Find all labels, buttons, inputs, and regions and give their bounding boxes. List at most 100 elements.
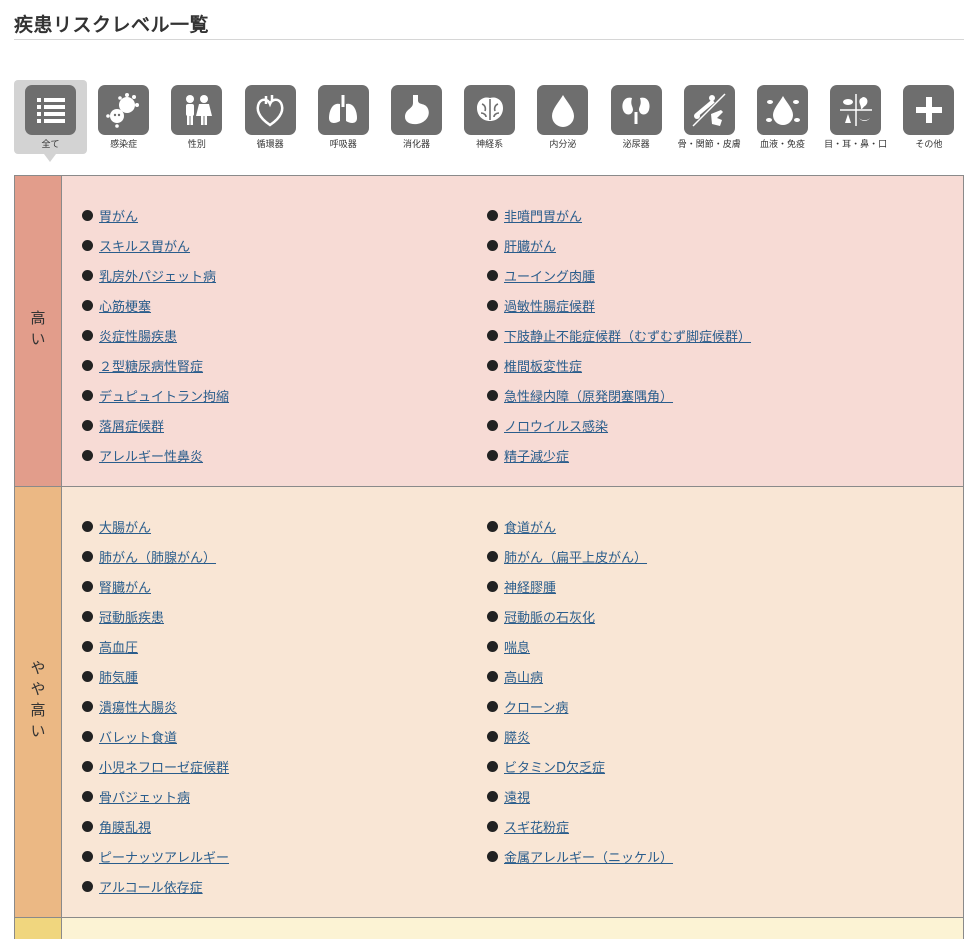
disease-list-item: デュピュイトラン拘縮 — [82, 380, 487, 410]
disease-link[interactable]: 肺がん（肺腺がん） — [99, 547, 216, 566]
disease-list-item: スキルス胃がん — [82, 230, 487, 260]
disease-link[interactable]: 高血圧 — [99, 637, 138, 656]
disease-link[interactable]: ２型糖尿病性腎症 — [99, 356, 203, 375]
disease-link[interactable]: 肺気腫 — [99, 667, 138, 686]
virus-icon — [98, 85, 150, 135]
bullet-icon — [82, 299, 93, 311]
risk-level-label-low — [15, 918, 62, 939]
disease-link[interactable]: 炎症性腸疾患 — [99, 326, 177, 345]
category-tab-0[interactable]: 全て — [14, 80, 87, 162]
disease-link[interactable]: 腎臓がん — [99, 577, 151, 596]
disease-list-item: 肝臓がん — [487, 230, 892, 260]
disease-link[interactable]: 潰瘍性大腸炎 — [99, 697, 177, 716]
risk-row-low — [15, 918, 963, 939]
disease-link[interactable]: 精子減少症 — [504, 446, 569, 465]
disease-link[interactable]: 冠動脈疾患 — [99, 607, 164, 626]
disease-link[interactable]: 過敏性腸症候群 — [504, 296, 595, 315]
disease-link[interactable]: スギ花粉症 — [504, 817, 569, 836]
bullet-icon — [487, 269, 498, 281]
disease-link[interactable]: 肺がん（扁平上皮がん） — [504, 547, 647, 566]
disease-link[interactable]: バレット食道 — [99, 727, 177, 746]
disease-list-item: 胃がん — [82, 200, 487, 230]
category-tab-2[interactable]: 性別 — [160, 80, 233, 154]
disease-link[interactable]: 膵炎 — [504, 727, 530, 746]
disease-link[interactable]: アレルギー性鼻炎 — [99, 446, 203, 465]
bullet-icon — [82, 580, 93, 592]
disease-link[interactable]: アルコール依存症 — [99, 877, 203, 896]
disease-link[interactable]: 喘息 — [504, 637, 530, 656]
category-tab-1[interactable]: 感染症 — [87, 80, 160, 154]
disease-link[interactable]: 骨パジェット病 — [99, 787, 190, 806]
drop-icon — [537, 85, 589, 135]
disease-link[interactable]: 下肢静止不能症候群（むずむず脚症候群） — [504, 326, 751, 345]
disease-link[interactable]: 非噴門胃がん — [504, 206, 582, 225]
disease-link[interactable]: 大腸がん — [99, 517, 151, 536]
category-tab-11[interactable]: 目・耳・鼻・口 — [819, 80, 892, 154]
kidney-icon — [610, 85, 662, 135]
disease-link[interactable]: ユーイング肉腫 — [504, 266, 595, 285]
disease-link[interactable]: ビタミンD欠乏症 — [504, 757, 605, 776]
disease-link[interactable]: 神経膠腫 — [504, 577, 556, 596]
category-tab-7[interactable]: 内分泌 — [526, 80, 599, 154]
category-tab-8[interactable]: 泌尿器 — [600, 80, 673, 154]
disease-list-item: 炎症性腸疾患 — [82, 320, 487, 350]
disease-list-item: 角膜乱視 — [82, 811, 487, 841]
list-icon — [25, 85, 76, 135]
disease-list-item: クローン病 — [487, 691, 892, 721]
disease-link[interactable]: 心筋梗塞 — [99, 296, 151, 315]
disease-link[interactable]: 金属アレルギー（ニッケル） — [504, 847, 673, 866]
disease-link[interactable]: 急性緑内障（原発閉塞隅角） — [504, 386, 673, 405]
disease-column-right: 食道がん肺がん（扁平上皮がん） 神経膠腫冠動脈の石灰化 喘息高山病クローン病膵炎ビタ… — [487, 511, 892, 903]
disease-list-item: 腎臓がん — [82, 571, 487, 601]
disease-link[interactable]: 落屑症候群 — [99, 416, 164, 435]
category-tab-10[interactable]: 血液・免疫 — [746, 80, 819, 154]
disease-link[interactable]: デュピュイトラン拘縮 — [99, 386, 229, 405]
risk-body-low — [62, 918, 963, 939]
bullet-icon — [82, 700, 93, 712]
bullet-icon — [82, 790, 93, 802]
category-tab-4[interactable]: 呼吸器 — [307, 80, 380, 154]
disease-link[interactable]: 小児ネフローゼ症候群 — [99, 757, 229, 776]
disease-link[interactable]: スキルス胃がん — [99, 236, 190, 255]
bullet-icon — [82, 550, 93, 562]
bullet-icon — [487, 299, 498, 311]
category-tab-3[interactable]: 循環器 — [234, 80, 307, 154]
lungs-icon — [317, 85, 369, 135]
risk-level-label-high: 高い — [15, 176, 62, 486]
disease-link[interactable]: 高山病 — [504, 667, 543, 686]
disease-list-item: 遠視 — [487, 781, 892, 811]
category-tab-12[interactable]: その他 — [892, 80, 965, 154]
disease-list-item: 肺がん（肺腺がん） — [82, 541, 487, 571]
bullet-icon — [82, 760, 93, 772]
disease-link[interactable]: 胃がん — [99, 206, 138, 225]
disease-link[interactable]: 肝臓がん — [504, 236, 556, 255]
disease-link[interactable]: 乳房外パジェット病 — [99, 266, 216, 285]
bullet-icon — [82, 359, 93, 371]
bullet-icon — [487, 670, 498, 682]
disease-list-item: ビタミンD欠乏症 — [487, 751, 892, 781]
disease-list-item: 椎間板変性症 — [487, 350, 892, 380]
disease-link[interactable]: 角膜乱視 — [99, 817, 151, 836]
disease-list-item: アレルギー性鼻炎 — [82, 440, 487, 470]
bullet-icon — [82, 880, 93, 892]
disease-link[interactable]: ノロウイルス感染 — [504, 416, 608, 435]
disease-list-item: ピーナッツアレルギー — [82, 841, 487, 871]
bullet-icon — [82, 209, 93, 221]
category-tab-5[interactable]: 消化器 — [380, 80, 453, 154]
bullet-icon — [82, 520, 93, 532]
category-tab-9[interactable]: 骨・関節・皮膚 — [673, 80, 746, 154]
disease-link[interactable]: ピーナッツアレルギー — [99, 847, 229, 866]
disease-column-right: 非噴門胃がん 肝臓がんユーイング肉腫 過敏性腸症候群下肢静止不能症候群（むずむず脚症… — [487, 200, 892, 472]
disease-link[interactable]: クローン病 — [504, 697, 568, 716]
category-tab-6[interactable]: 神経系 — [453, 80, 526, 154]
disease-link[interactable]: 遠視 — [504, 787, 530, 806]
disease-link[interactable]: 椎間板変性症 — [504, 356, 582, 375]
disease-list-item: 精子減少症 — [487, 440, 892, 470]
disease-link[interactable]: 食道がん — [504, 517, 556, 536]
disease-list-item: 肺気腫 — [82, 661, 487, 691]
bullet-icon — [82, 329, 93, 341]
disease-link[interactable]: 冠動脈の石灰化 — [504, 607, 595, 626]
disease-list-item: 骨パジェット病 — [82, 781, 487, 811]
bullet-icon — [487, 329, 498, 341]
disease-list-item: 食道がん — [487, 511, 892, 541]
